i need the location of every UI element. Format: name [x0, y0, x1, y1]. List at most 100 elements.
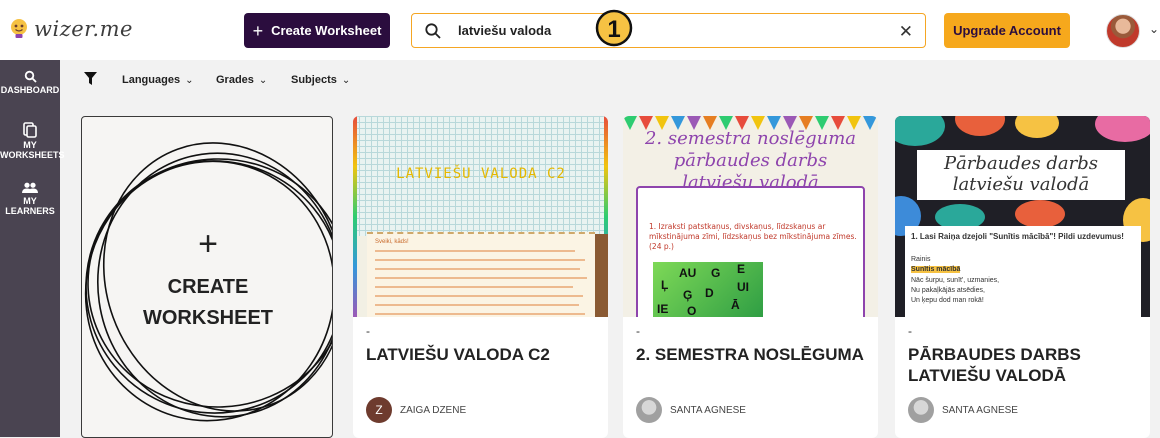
- worksheet-title[interactable]: PĀRBAUDES DARBS LATVIEŠU VALODĀ: [908, 344, 1138, 386]
- poem-line: Un ķepu dod man rokā!: [911, 297, 984, 304]
- user-avatar[interactable]: [1106, 14, 1140, 48]
- filter-icon[interactable]: [84, 72, 97, 86]
- filter-label: Subjects: [291, 74, 337, 86]
- rainbow-border: [353, 116, 357, 317]
- search-input[interactable]: latviešu valoda: [458, 23, 551, 38]
- text-line: [375, 304, 579, 306]
- logo-text: wizer.me: [34, 17, 133, 41]
- thumbnail-heading: Pārbaudes darbs latviešu valodā: [917, 150, 1125, 200]
- text-line: [375, 286, 573, 288]
- tile-letter: E: [737, 262, 746, 276]
- author[interactable]: SANTA AGNESE: [908, 397, 1018, 423]
- text-line: [375, 250, 575, 252]
- thumbnail-text: Sveiki, kāds!: [375, 239, 409, 245]
- label-line-1: CREATE: [167, 276, 249, 298]
- filter-bar: Languages ⌄ Grades ⌄ Subjects ⌄: [60, 60, 1160, 102]
- filter-languages[interactable]: Languages ⌄: [122, 74, 193, 86]
- filter-subjects[interactable]: Subjects ⌄: [291, 74, 350, 86]
- create-worksheet-card[interactable]: + CREATE WORKSHEET: [81, 116, 333, 438]
- sidebar-item-label: MY WORKSHEETS: [0, 140, 65, 160]
- wood-texture: [595, 234, 608, 317]
- chevron-down-icon: ⌄: [258, 75, 268, 86]
- heading-line: Pārbaudes darbs: [943, 153, 1099, 174]
- clear-search-icon[interactable]: ✕: [899, 22, 913, 42]
- thumbnail-heading: LATVIEŠU VALODA C2: [396, 166, 566, 182]
- text-line: [375, 259, 585, 261]
- search-icon: [425, 23, 441, 39]
- paint-blob: [1015, 116, 1059, 138]
- text-line: [375, 277, 587, 279]
- tile-letter: D: [705, 286, 714, 300]
- filter-grades[interactable]: Grades ⌄: [216, 74, 267, 86]
- author[interactable]: Z ZAIGA DZENE: [366, 397, 466, 423]
- author-avatar: [908, 397, 934, 423]
- paint-blob: [955, 116, 1005, 136]
- plus-icon: +: [252, 20, 264, 41]
- poem-line: Rainis: [911, 256, 931, 263]
- tile-letter: Ā: [731, 298, 740, 312]
- poem-line: Sunītis mācībā: [911, 266, 961, 273]
- filter-label: Grades: [216, 74, 254, 86]
- worksheet-title[interactable]: LATVIEŠU VALODA C2: [366, 344, 596, 365]
- search-icon: [24, 70, 37, 83]
- tile-letter: O: [687, 304, 697, 317]
- step-number: 1: [607, 16, 620, 43]
- heading-line: latviešu valodā: [952, 174, 1090, 195]
- top-bar: wizer.me + Create Worksheet latviešu val…: [0, 0, 1160, 60]
- task-text: 1. Lasi Raiņa dzejoli "Sunītis mācībā"! …: [911, 232, 1124, 241]
- tile-letter: Ļ: [661, 278, 669, 292]
- learners-icon: [22, 182, 38, 193]
- sidebar: DASHBOARD MY WORKSHEETS MY LEARNERS: [0, 60, 65, 437]
- worksheets-icon: [23, 122, 37, 138]
- tile-letter: UI: [737, 280, 749, 294]
- text-line: [375, 313, 585, 315]
- author[interactable]: SANTA AGNESE: [636, 397, 746, 423]
- card-dash: -: [636, 324, 640, 338]
- upgrade-account-button[interactable]: Upgrade Account: [944, 13, 1070, 48]
- worksheet-card[interactable]: Pārbaudes darbs latviešu valodā 1. Lasi …: [895, 116, 1150, 438]
- task-text: 1. Izraksti patstkaņus, divskaņus, līdzs…: [649, 222, 857, 251]
- author-name: ZAIGA DZENE: [400, 404, 467, 416]
- sidebar-item-label: DASHBOARD: [0, 85, 60, 95]
- tile-letter: G: [711, 266, 721, 280]
- sidebar-item-my-learners[interactable]: MY LEARNERS: [0, 182, 60, 216]
- worksheet-thumbnail[interactable]: Pārbaudes darbs latviešu valodā 1. Lasi …: [895, 116, 1150, 317]
- paint-blob: [895, 116, 945, 146]
- sidebar-item-dashboard[interactable]: DASHBOARD: [0, 70, 60, 95]
- author-avatar: Z: [366, 397, 392, 423]
- worksheet-thumbnail[interactable]: 2. semestra noslēguma pārbaudes darbs la…: [623, 116, 878, 317]
- logo[interactable]: wizer.me: [8, 17, 133, 41]
- paint-blob: [1015, 200, 1065, 228]
- filter-label: Languages: [122, 74, 181, 86]
- heading-line: 2. semestra noslēguma: [644, 128, 857, 149]
- thumbnail-paper: 1. Lasi Raiņa dzejoli "Sunītis mācībā"! …: [905, 226, 1141, 317]
- author-name: SANTA AGNESE: [942, 404, 1018, 416]
- card-dash: -: [908, 324, 912, 338]
- chevron-down-icon: ⌄: [341, 75, 351, 86]
- paint-blob: [1095, 116, 1150, 142]
- chevron-down-icon: ⌄: [185, 75, 194, 86]
- card-dash: -: [366, 324, 370, 338]
- lightbulb-logo-icon: [11, 19, 27, 38]
- create-worksheet-label: Create Worksheet: [271, 23, 382, 38]
- create-worksheet-card-label: CREATE WORKSHEET: [82, 272, 332, 334]
- label-line-2: WORKSHEET: [143, 307, 273, 329]
- text-line: [375, 295, 583, 297]
- worksheet-thumbnail[interactable]: LATVIEŠU VALODA C2 Sveiki, kāds!: [353, 116, 608, 317]
- author-name: SANTA AGNESE: [670, 404, 746, 416]
- tile-letter: Ģ: [683, 288, 693, 302]
- create-worksheet-button[interactable]: + Create Worksheet: [244, 13, 390, 48]
- search-bar[interactable]: latviešu valoda ✕: [411, 13, 926, 48]
- tile-letter: AU: [679, 266, 697, 280]
- poem-line: Nāc šurpu, sunīt', uzmanies,: [911, 277, 1000, 284]
- heading-line: pārbaudes darbs: [673, 150, 828, 171]
- worksheet-card[interactable]: 2. semestra noslēguma pārbaudes darbs la…: [623, 116, 878, 438]
- poem-line: Nu pakaļkājās atsēdies,: [911, 287, 985, 294]
- chevron-down-icon[interactable]: ⌄: [1149, 22, 1159, 36]
- worksheet-title[interactable]: 2. SEMESTRA NOSLĒGUMA: [636, 344, 866, 365]
- text-line: [375, 268, 580, 270]
- tile-letter: IE: [657, 302, 669, 316]
- worksheet-card[interactable]: LATVIEŠU VALODA C2 Sveiki, kāds! - LATVI…: [353, 116, 608, 438]
- plus-icon: +: [198, 225, 218, 263]
- sidebar-item-my-worksheets[interactable]: MY WORKSHEETS: [0, 122, 65, 160]
